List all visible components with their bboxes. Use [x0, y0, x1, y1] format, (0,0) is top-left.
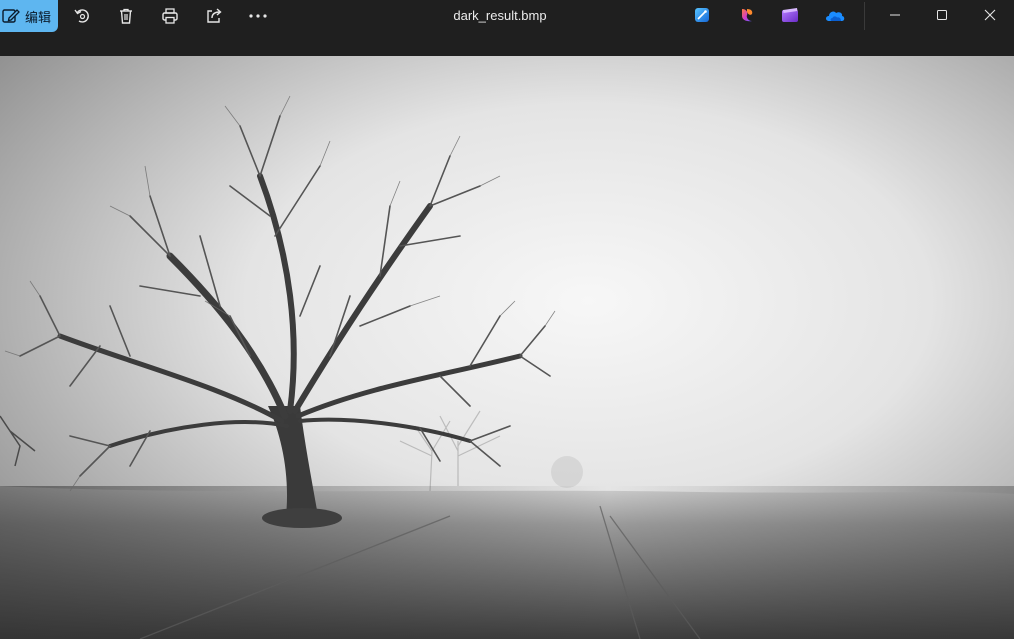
- edit-button-label: 编辑: [25, 9, 52, 25]
- delete-button[interactable]: [112, 4, 140, 28]
- toolbar-separator: [864, 2, 865, 30]
- print-icon: [162, 8, 178, 24]
- title-bar: 编辑 dark_result.bmp: [0, 0, 1014, 56]
- window-title: dark_result.bmp: [453, 8, 547, 23]
- rotate-icon: [74, 9, 89, 23]
- maximize-icon: [937, 10, 947, 20]
- share-icon: [207, 8, 222, 23]
- maximize-button[interactable]: [919, 0, 965, 30]
- close-icon: [984, 9, 996, 21]
- designer-app-button[interactable]: [691, 5, 713, 25]
- minimize-icon: [890, 14, 900, 16]
- clipchamp-app-button[interactable]: [779, 5, 801, 25]
- copilot-icon: [742, 9, 753, 22]
- share-button[interactable]: [200, 4, 228, 28]
- print-button[interactable]: [156, 4, 184, 28]
- delete-icon: [120, 8, 132, 24]
- copilot-app-button[interactable]: [736, 5, 758, 25]
- rotate-button[interactable]: [68, 4, 96, 28]
- minimize-button[interactable]: [872, 0, 918, 30]
- more-options-button[interactable]: [244, 4, 272, 28]
- onedrive-icon: [826, 11, 845, 21]
- clipchamp-icon: [782, 8, 798, 22]
- designer-icon: [695, 8, 709, 22]
- edit-icon: [2, 9, 20, 23]
- close-button[interactable]: [967, 0, 1013, 30]
- more-icon: [249, 14, 267, 18]
- edit-button[interactable]: 编辑: [0, 0, 58, 32]
- foggy-tree-photo: [0, 56, 1014, 639]
- image-viewer[interactable]: [0, 56, 1014, 639]
- onedrive-app-button[interactable]: [823, 5, 847, 25]
